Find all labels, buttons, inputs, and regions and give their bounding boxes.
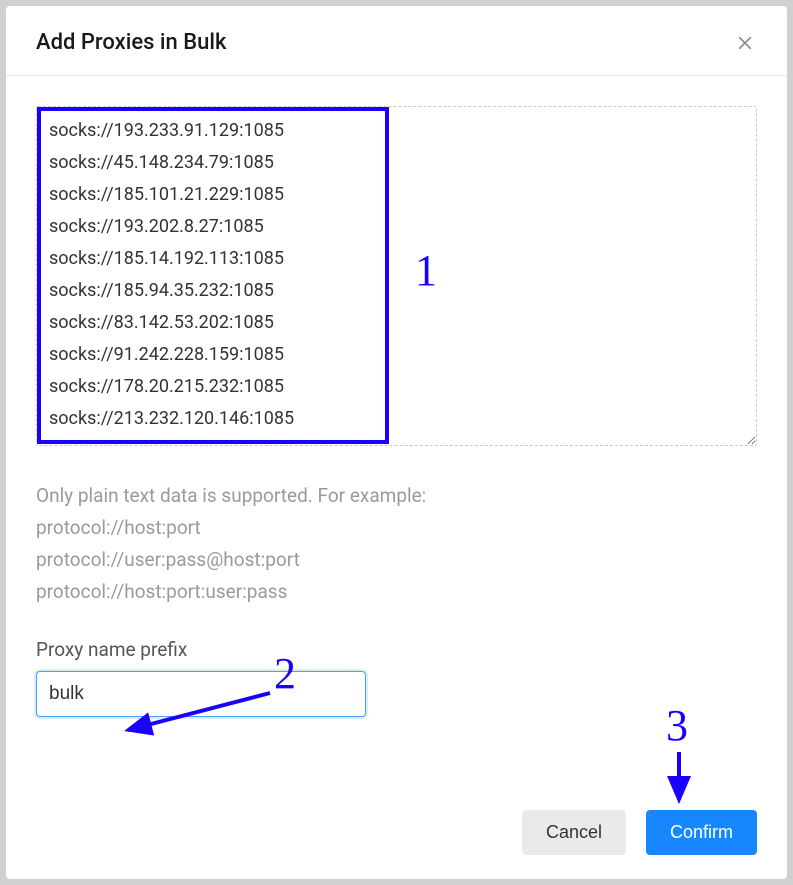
cancel-button[interactable]: Cancel	[522, 810, 626, 855]
prefix-label: Proxy name prefix	[36, 638, 757, 661]
help-text: Only plain text data is supported. For e…	[36, 480, 757, 608]
prefix-input[interactable]	[36, 671, 366, 717]
help-line: protocol://host:port:user:pass	[36, 576, 757, 608]
dialog-body: Only plain text data is supported. For e…	[6, 76, 787, 792]
proxy-list-textarea[interactable]	[36, 106, 757, 446]
dialog-header: Add Proxies in Bulk	[6, 6, 787, 76]
textarea-wrap	[36, 106, 757, 450]
bulk-proxy-dialog: Add Proxies in Bulk Only plain text data…	[6, 6, 787, 879]
dialog-footer: Cancel Confirm	[6, 792, 787, 879]
confirm-button[interactable]: Confirm	[646, 810, 757, 855]
help-line: Only plain text data is supported. For e…	[36, 480, 757, 512]
dialog-title: Add Proxies in Bulk	[36, 30, 226, 55]
help-line: protocol://user:pass@host:port	[36, 544, 757, 576]
help-line: protocol://host:port	[36, 512, 757, 544]
close-button[interactable]	[733, 31, 757, 55]
close-icon	[735, 33, 755, 53]
